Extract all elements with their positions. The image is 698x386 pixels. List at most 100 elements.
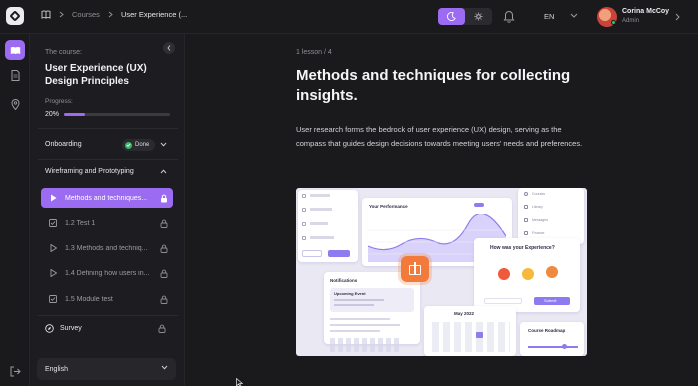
book-icon[interactable]: [41, 10, 51, 19]
map-pin-icon: [10, 98, 20, 110]
lesson-item[interactable]: Methods and techniques...: [41, 188, 173, 208]
progress-label: Progress:: [45, 98, 73, 105]
course-panel: The course: User Experience (UX) Design …: [30, 34, 185, 386]
chevron-right-icon[interactable]: [675, 13, 680, 21]
experience-card: How was your Experience? Submit: [474, 238, 580, 312]
lesson-counter: 1 lesson / 4: [296, 49, 332, 56]
breadcrumb-current: User Experience (...: [120, 10, 188, 19]
play-icon: [50, 244, 57, 252]
chevron-down-icon: [161, 365, 168, 370]
progress-percent: 20%: [45, 111, 60, 118]
online-status-dot: [611, 20, 616, 25]
menu-item: Courses: [532, 192, 546, 196]
notifications-card: Notifications Upcoming Event: [324, 272, 420, 344]
lock-icon: [161, 194, 167, 202]
lesson-title: 1.2 Test 1: [65, 219, 96, 227]
lesson-item[interactable]: 1.4 Defining how users in...: [41, 263, 173, 283]
lesson-title: 1.5 Module test: [65, 295, 113, 303]
breadcrumb-courses[interactable]: Courses: [72, 10, 100, 19]
roadmap-title: Course Roadmap: [528, 328, 566, 333]
chevron-up-icon[interactable]: [160, 169, 167, 174]
notifications-title: Notifications: [330, 278, 358, 283]
lesson-item[interactable]: 1.5 Module test: [41, 289, 173, 309]
emoji-happy-icon: [546, 266, 558, 278]
divider: [38, 315, 178, 316]
dark-mode-button[interactable]: [438, 8, 465, 25]
menu-item: Finance: [532, 231, 545, 235]
lock-icon: [160, 219, 168, 228]
survey-label: Survey: [60, 325, 82, 332]
divider: [38, 128, 178, 129]
course-label: The course:: [45, 49, 82, 56]
app-logo[interactable]: [6, 7, 24, 25]
chevron-down-icon[interactable]: [570, 13, 578, 18]
calendar-card: May 2022: [424, 306, 516, 356]
lesson-content: 1 lesson / 4 Methods and techniques for …: [186, 34, 698, 386]
check-square-icon: [49, 295, 57, 303]
bell-icon[interactable]: [503, 10, 515, 23]
sun-icon: [474, 12, 483, 21]
rail-location-button[interactable]: [5, 94, 25, 114]
moon-icon: [447, 12, 456, 21]
check-circle-icon: [125, 141, 132, 149]
menu-item: Library: [532, 205, 543, 209]
survey-item[interactable]: Survey: [45, 324, 82, 333]
chevron-down-icon[interactable]: [160, 142, 167, 147]
lesson-item[interactable]: 1.3 Methods and techniq...: [41, 238, 173, 258]
section-onboarding[interactable]: Onboarding: [45, 141, 82, 148]
page-title: Methods and techniques for collecting in…: [296, 67, 571, 104]
theme-toggle[interactable]: [438, 8, 492, 25]
chevron-right-icon: [59, 11, 64, 18]
course-title: User Experience (UX) Design Principles: [45, 63, 147, 87]
lesson-body-text: User research forms the bedrock of user …: [296, 125, 583, 148]
breadcrumb: Courses User Experience (...: [41, 10, 187, 19]
language-select[interactable]: English: [37, 358, 176, 380]
light-mode-button[interactable]: [465, 8, 492, 25]
lesson-item[interactable]: 1.2 Test 1: [41, 213, 173, 233]
lesson-title: 1.4 Defining how users in...: [65, 269, 150, 277]
mouse-cursor-icon: [236, 378, 243, 386]
chevron-right-icon: [108, 11, 113, 18]
section-wireframing[interactable]: Wireframing and Prototyping: [45, 168, 134, 175]
book-open-icon: [10, 46, 20, 54]
menu-card: Courses Library Messages Finance: [518, 188, 584, 244]
lock-icon: [158, 324, 166, 333]
compass-icon: [45, 324, 54, 333]
collapse-panel-button[interactable]: [163, 42, 175, 54]
emoji-angry-icon: [498, 268, 510, 280]
lock-icon: [160, 295, 168, 304]
keyboard-decoration: [330, 338, 400, 352]
progress-bar: [64, 113, 170, 116]
status-badge-label: Done: [135, 142, 150, 148]
menu-item: Messages: [532, 218, 548, 222]
left-rail: [0, 34, 30, 386]
calendar-month: May 2022: [454, 311, 475, 316]
roadmap-card: Course Roadmap: [520, 322, 584, 356]
user-name: Corina McCoy: [622, 8, 670, 15]
upcoming-event-title: Upcoming Event: [334, 291, 366, 296]
emoji-neutral-icon: [522, 268, 534, 280]
lock-icon: [160, 244, 168, 253]
user-role: Admin: [622, 18, 640, 24]
check-square-icon: [49, 219, 57, 227]
performance-title: Your Performance: [369, 204, 408, 209]
play-icon: [50, 269, 57, 277]
play-icon: [50, 194, 56, 202]
rail-documents-button[interactable]: [5, 65, 25, 85]
progress-bar-fill: [64, 113, 86, 116]
gift-icon: [401, 256, 429, 282]
filter-card: [298, 190, 358, 262]
lesson-cover-image: Your Performance Courses Library Message…: [296, 188, 587, 356]
logout-icon: [10, 366, 21, 376]
language-selector[interactable]: EN: [544, 12, 554, 21]
divider: [38, 159, 178, 160]
lesson-title: Methods and techniques...: [65, 194, 148, 202]
rail-logout-button[interactable]: [5, 361, 25, 381]
lock-icon: [160, 269, 168, 278]
experience-title: How was your Experience?: [490, 245, 555, 251]
rail-courses-button[interactable]: [5, 40, 25, 60]
status-badge: Done: [122, 139, 156, 151]
top-bar: Courses User Experience (... EN Corina M…: [0, 0, 698, 34]
document-icon: [11, 69, 19, 81]
chevron-left-icon: [167, 45, 171, 51]
